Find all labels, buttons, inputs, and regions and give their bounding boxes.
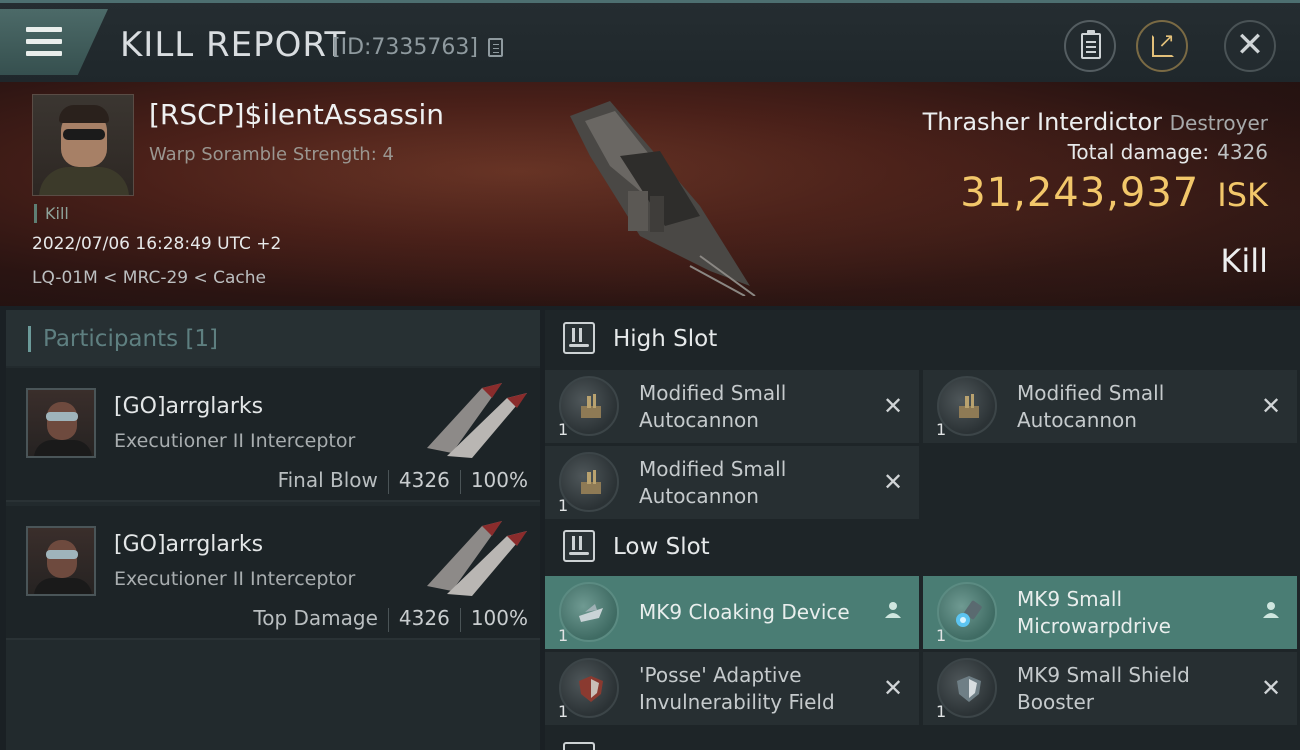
avatar[interactable] (26, 388, 96, 458)
module-name: Modified Small Autocannon (639, 457, 787, 508)
victim-portrait[interactable] (32, 94, 134, 196)
outcome-label: Kill (1220, 242, 1268, 280)
participant-percent: 100% (470, 606, 528, 630)
module-qty: 1 (558, 702, 569, 721)
high-slot-header: High Slot (545, 310, 1300, 370)
participant-row[interactable]: [GO]arrglarks Executioner II Interceptor… (6, 368, 540, 502)
module-item[interactable]: 1 MK9 Small Shield Booster ✕ (923, 652, 1297, 725)
avatar[interactable] (26, 526, 96, 596)
high-slot-title: High Slot (613, 326, 718, 352)
participants-header: Participants [1] (6, 310, 540, 366)
destroyed-close-icon: ✕ (882, 468, 904, 496)
high-slot-icon (563, 322, 595, 354)
menu-button[interactable] (0, 9, 108, 75)
report-id: [ID:7335763] (332, 35, 478, 60)
copy-icon[interactable] (488, 38, 503, 57)
total-damage-label: Total damage: (1067, 140, 1210, 164)
clipboard-button[interactable] (1064, 20, 1116, 72)
isk-value: 31,243,937 ISK (960, 170, 1268, 216)
module-item[interactable]: 1 Modified Small Autocannon ✕ (923, 370, 1297, 443)
module-name: MK9 Small Shield Booster (1017, 663, 1190, 714)
module-qty: 1 (936, 626, 947, 645)
module-name: MK9 Small Microwarpdrive (1017, 587, 1171, 638)
kill-location[interactable]: LQ-01M < MRC-29 < Cache (32, 268, 266, 288)
participant-row[interactable]: [GO]arrglarks Executioner II Interceptor… (6, 506, 540, 640)
participants-title: Participants [1] (28, 326, 218, 352)
clipboard-icon (1081, 30, 1101, 59)
module-name: Modified Small Autocannon (639, 381, 787, 432)
victim-ship-image[interactable] (550, 96, 760, 296)
participant-damage: 4326 (398, 606, 450, 630)
module-item[interactable]: 1 'Posse' Adaptive Invulnerability Field… (545, 652, 919, 725)
person-icon (881, 600, 905, 625)
module-qty: 1 (936, 702, 947, 721)
module-name: Modified Small Autocannon (1017, 381, 1165, 432)
hamburger-icon (26, 27, 62, 57)
participant-ship-image (427, 521, 527, 596)
module-item[interactable]: 1 MK9 Small Microwarpdrive (923, 576, 1297, 649)
victim-subtitle: Warp Soramble Strength: 4 (149, 144, 394, 165)
kill-datetime: 2022/07/06 16:28:49 UTC +2 (32, 234, 282, 254)
participant-label: Top Damage (253, 606, 378, 630)
module-item[interactable]: 1 Modified Small Autocannon ✕ (545, 446, 919, 519)
low-slot-title: Low Slot (613, 534, 710, 560)
top-bar: KILL REPORT [ID:7335763] ✕ (0, 0, 1300, 82)
victim-banner: [RSCP]$ilentAssassin Warp Soramble Stren… (0, 82, 1300, 306)
participant-name: [GO]arrglarks (114, 532, 264, 557)
module-name: MK9 Cloaking Device (639, 600, 850, 624)
participant-ship: Executioner II Interceptor (114, 568, 356, 590)
close-button[interactable]: ✕ (1224, 20, 1276, 72)
total-damage-value: 4326 (1217, 140, 1268, 164)
fitting-panel: High Slot 1 Modified Small Autocannon ✕ … (545, 310, 1300, 750)
next-slot-header-partial (545, 738, 1300, 750)
page-title: KILL REPORT (120, 25, 347, 65)
victim-ship-name[interactable]: Thrasher Interdictor Destroyer (923, 108, 1268, 136)
destroyed-close-icon: ✕ (882, 392, 904, 420)
low-slot-icon (563, 530, 595, 562)
ship-class: Destroyer (1169, 111, 1268, 135)
participant-percent: 100% (470, 468, 528, 492)
participant-stats: Final Blow 4326 100% (278, 468, 528, 494)
person-icon (1259, 600, 1283, 625)
kill-tag: Kill (34, 204, 69, 223)
module-qty: 1 (936, 420, 947, 439)
module-qty: 1 (558, 420, 569, 439)
participant-name: [GO]arrglarks (114, 394, 264, 419)
close-icon: ✕ (1235, 25, 1265, 65)
isk-unit: ISK (1217, 176, 1268, 214)
module-qty: 1 (558, 496, 569, 515)
participant-ship-image (427, 383, 527, 458)
share-icon (1152, 28, 1175, 57)
low-slot-header: Low Slot (545, 518, 1300, 578)
participant-label: Final Blow (277, 468, 378, 492)
ship-name-text: Thrasher Interdictor (922, 108, 1162, 136)
share-button[interactable] (1136, 20, 1188, 72)
participant-stats: Top Damage 4326 100% (253, 606, 528, 632)
total-damage: Total damage: 4326 (1068, 140, 1268, 164)
module-item[interactable]: 1 Modified Small Autocannon ✕ (545, 370, 919, 443)
victim-name[interactable]: [RSCP]$ilentAssassin (149, 98, 444, 131)
module-name: 'Posse' Adaptive Invulnerability Field (639, 663, 835, 714)
destroyed-close-icon: ✕ (1260, 674, 1282, 702)
participant-damage: 4326 (398, 468, 450, 492)
isk-amount: 31,243,937 (960, 170, 1200, 216)
module-qty: 1 (558, 626, 569, 645)
destroyed-close-icon: ✕ (882, 674, 904, 702)
participant-ship: Executioner II Interceptor (114, 430, 356, 452)
module-item[interactable]: 1 MK9 Cloaking Device (545, 576, 919, 649)
destroyed-close-icon: ✕ (1260, 392, 1282, 420)
participants-panel: Participants [1] [GO]arrglarks Execution… (6, 310, 540, 750)
